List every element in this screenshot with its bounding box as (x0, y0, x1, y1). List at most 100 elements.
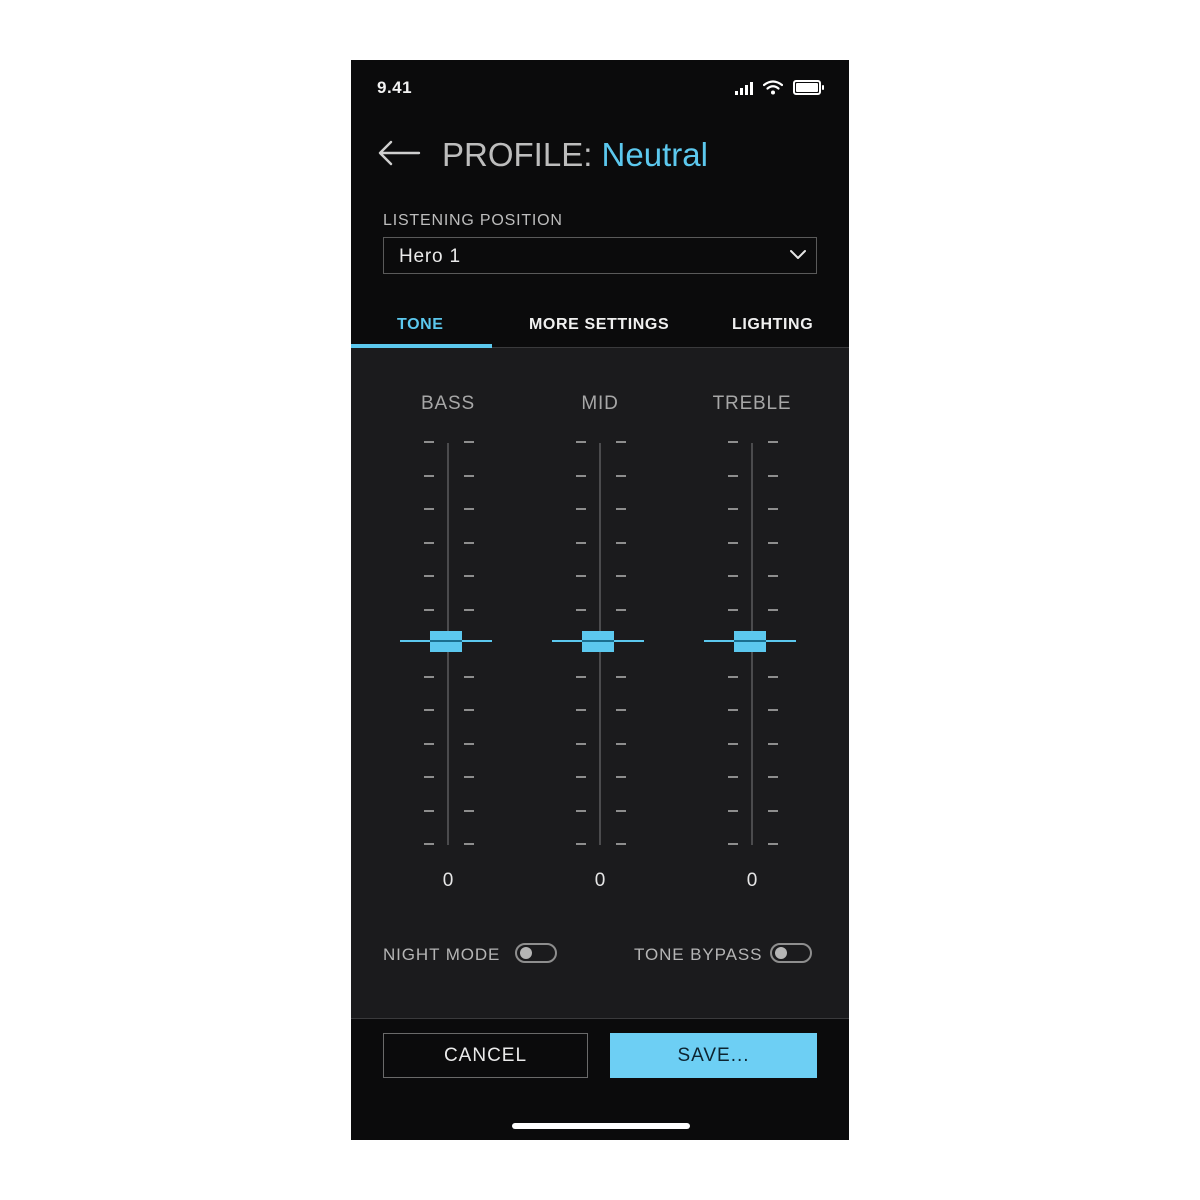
slider-tick (728, 608, 738, 611)
slider-tick (464, 776, 474, 778)
slider-tick (616, 843, 626, 845)
slider-tick (464, 809, 474, 812)
tone-bypass-label: TONE BYPASS (634, 945, 763, 964)
slider-tick (464, 474, 474, 477)
slider-tick (768, 843, 778, 845)
band-label: TREBLE (712, 393, 792, 414)
profile-name: Neutral (601, 136, 708, 173)
eq-band-bass: BASS 0 (398, 348, 498, 891)
slider-tick (768, 742, 778, 745)
slider-tick (728, 575, 738, 577)
slider-tick (616, 709, 626, 711)
slider-tick (768, 608, 778, 611)
band-value: 0 (442, 870, 454, 891)
slider-tick (576, 776, 586, 778)
slider-tick (616, 508, 626, 510)
slider-tick (728, 474, 738, 477)
slider-tick (464, 843, 474, 845)
slider-tick (424, 809, 434, 812)
slider-tick (424, 709, 434, 711)
save-button-label: SAVE... (677, 1044, 750, 1066)
band-label: BASS (421, 393, 475, 414)
slider-tick (576, 608, 586, 611)
tab-more-settings[interactable]: MORE SETTINGS (529, 316, 669, 334)
slider-tick (464, 675, 474, 678)
slider-tick (616, 776, 626, 778)
slider-tick (768, 675, 778, 678)
tone-panel: BASS 0 MID 0 TREBLE 0 NIGHT MODE TONE BY… (351, 348, 849, 1019)
eq-band-treble: TREBLE 0 (702, 348, 802, 891)
slider-tick (616, 742, 626, 745)
profile-prefix: PROFILE: (442, 136, 602, 173)
battery-icon (793, 80, 824, 95)
mid-slider-handle[interactable] (582, 631, 614, 652)
cancel-button[interactable]: CANCEL (383, 1033, 588, 1078)
slider-tick (576, 709, 586, 711)
bass-slider-handle[interactable] (430, 631, 462, 652)
status-time: 9.41 (377, 78, 413, 97)
band-value: 0 (746, 870, 758, 891)
treble-slider-handle[interactable] (734, 631, 766, 652)
slider-tick (768, 474, 778, 477)
tab-lighting[interactable]: LIGHTING (732, 316, 813, 334)
slider-tick (576, 575, 586, 577)
slider-tick (728, 675, 738, 678)
tone-bypass-toggle[interactable] (770, 943, 812, 963)
toggle-knob (520, 947, 532, 959)
slider-tick (464, 709, 474, 711)
slider-tick (464, 575, 474, 577)
tab-bar: TONE MORE SETTINGS LIGHTING (351, 305, 849, 348)
slider-tick (616, 575, 626, 577)
slider-tick (576, 474, 586, 477)
listening-position-label: LISTENING POSITION (383, 212, 563, 229)
slider-tick (728, 508, 738, 510)
slider-tick (576, 508, 586, 510)
slider-tick (616, 474, 626, 477)
slider-tick (728, 843, 738, 845)
slider-tick (424, 541, 434, 544)
slider-tick (616, 441, 626, 443)
slider-tick (728, 441, 738, 443)
slider-tick (576, 675, 586, 678)
slider-tick (728, 776, 738, 778)
slider-tick (616, 608, 626, 611)
slider-tick (768, 541, 778, 544)
band-value: 0 (594, 870, 606, 891)
slider-tick (424, 742, 434, 745)
slider-tick (424, 441, 434, 443)
home-indicator[interactable] (512, 1123, 690, 1129)
save-button[interactable]: SAVE... (610, 1033, 817, 1078)
slider-tick (728, 742, 738, 745)
slider-tick (616, 809, 626, 812)
eq-band-mid: MID 0 (550, 348, 650, 891)
slider-tick (616, 675, 626, 678)
slider-tick (576, 541, 586, 544)
slider-tick (768, 809, 778, 812)
slider-tick (464, 541, 474, 544)
slider-tick (768, 709, 778, 711)
slider-tick (768, 776, 778, 778)
arrow-left-icon[interactable] (377, 138, 421, 168)
slider-tick (424, 608, 434, 611)
slider-tick (576, 742, 586, 745)
slider-tick (424, 843, 434, 845)
listening-position-value: Hero 1 (399, 246, 461, 267)
slider-tick (464, 441, 474, 443)
slider-tick (464, 508, 474, 510)
chevron-down-icon (790, 250, 806, 259)
listening-position-select[interactable]: Hero 1 (383, 237, 817, 274)
slider-tick (728, 541, 738, 544)
tab-tone[interactable]: TONE (397, 316, 444, 334)
night-mode-label: NIGHT MODE (383, 945, 501, 964)
band-label: MID (581, 393, 619, 414)
phone-screen: 9.41 PROFILE: Neutral LISTENING POSITION… (351, 60, 849, 1140)
toggle-knob (775, 947, 787, 959)
slider-tick (728, 709, 738, 711)
slider-tick (424, 474, 434, 477)
night-mode-toggle[interactable] (515, 943, 557, 963)
slider-tick (728, 809, 738, 812)
cellular-signal-icon (735, 81, 753, 95)
slider-tick (424, 508, 434, 510)
slider-tick (424, 776, 434, 778)
cancel-button-label: CANCEL (443, 1044, 528, 1066)
